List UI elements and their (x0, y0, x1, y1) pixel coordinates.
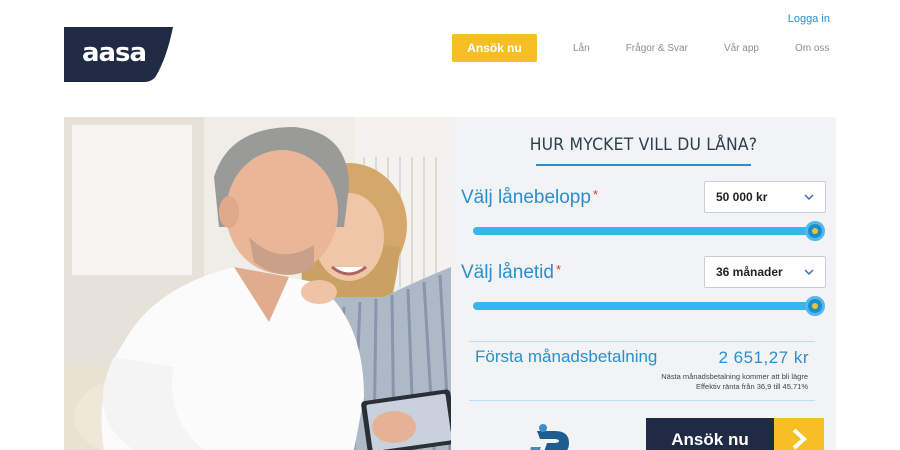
nav-item-app[interactable]: Vår app (724, 43, 759, 54)
login-link[interactable]: Logga in (788, 13, 830, 25)
amount-slider-track[interactable] (473, 227, 816, 235)
nav-item-lan[interactable]: Lån (573, 43, 590, 54)
required-mark: * (555, 262, 562, 277)
chevron-down-icon (804, 269, 814, 276)
nav-item-about[interactable]: Om oss (795, 43, 829, 54)
header-apply-button[interactable]: Ansök nu (452, 34, 537, 62)
bankid-icon (529, 419, 573, 450)
divider (469, 341, 815, 342)
page: aasa Logga in Ansök nu Lån Frågor & Svar… (0, 0, 900, 450)
chevron-down-icon (804, 194, 814, 201)
hero-photo (64, 117, 451, 450)
apply-button[interactable]: Ansök nu (646, 418, 824, 450)
term-slider-handle[interactable] (805, 296, 825, 316)
amount-label: Välj lånebelopp * (461, 187, 598, 209)
payment-note: Nästa månadsbetalning kommer att bli läg… (661, 372, 808, 381)
divider (469, 400, 815, 401)
term-slider-track[interactable] (473, 302, 816, 310)
term-label-text: Välj lånetid (461, 262, 554, 283)
apply-button-label: Ansök nu (671, 430, 749, 449)
amount-select-value: 50 000 kr (716, 190, 768, 204)
first-payment-amount: 2 651,27 kr (718, 348, 809, 367)
term-select[interactable]: 36 månader (704, 256, 826, 288)
term-label: Välj lånetid * (461, 262, 561, 284)
amount-label-text: Välj lånebelopp (461, 187, 591, 208)
term-select-value: 36 månader (716, 265, 783, 279)
calculator-title: HUR MYCKET VILL DU LÅNA? (529, 135, 758, 155)
amount-slider-handle[interactable] (805, 221, 825, 241)
aasa-logo[interactable]: aasa (64, 27, 173, 82)
required-mark: * (592, 187, 599, 202)
amount-select[interactable]: 50 000 kr (704, 181, 826, 213)
hero-section: HUR MYCKET VILL DU LÅNA? Välj lånebelopp… (64, 117, 836, 450)
nav-item-faq[interactable]: Frågor & Svar (626, 43, 688, 54)
chevron-right-icon (774, 418, 824, 450)
loan-calculator: HUR MYCKET VILL DU LÅNA? Välj lånebelopp… (451, 117, 836, 450)
couple-with-tablet-photo (64, 117, 451, 450)
main-nav: Ansök nu Lån Frågor & Svar Vår app Om os… (452, 34, 829, 62)
logo-text: aasa (81, 38, 147, 68)
interest-note: Effektiv ränta från 36,9 till 45,71% (695, 382, 808, 391)
title-underline (536, 164, 751, 166)
first-payment-label: Första månadsbetalning (475, 347, 658, 366)
